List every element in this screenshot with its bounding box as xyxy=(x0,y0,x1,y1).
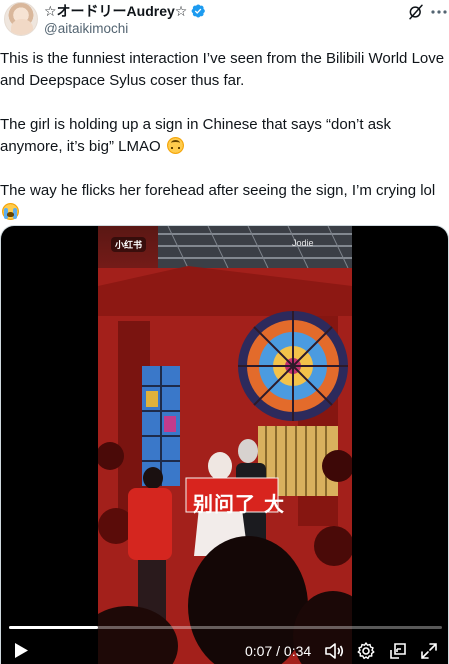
handle[interactable]: @aitaikimochi xyxy=(44,21,128,36)
grok-icon[interactable] xyxy=(407,3,425,21)
tweet-paragraph: The girl is holding up a sign in Chinese… xyxy=(0,114,445,158)
progress-fill xyxy=(9,626,99,629)
gear-icon[interactable] xyxy=(356,641,376,661)
paragraph-text: This is the funniest interaction I’ve se… xyxy=(0,50,445,89)
sign-text: 别问了 大 xyxy=(193,492,285,516)
tweet-paragraph: This is the funniest interaction I’ve se… xyxy=(0,48,445,92)
tweet-header: ☆オードリーAudrey☆ @aitaikimochi xyxy=(0,0,449,44)
upside-down-face-emoji-icon xyxy=(166,137,184,154)
tweet-text: This is the funniest interaction I’ve se… xyxy=(0,48,445,224)
video-frame[interactable] xyxy=(98,226,352,664)
display-name[interactable]: ☆オードリーAudrey☆ xyxy=(44,1,187,21)
watermark-label: 小红书 xyxy=(111,237,147,252)
progress-bar[interactable] xyxy=(9,626,442,629)
name-row: ☆オードリーAudrey☆ xyxy=(44,2,206,20)
video-scene xyxy=(98,226,352,664)
avatar[interactable] xyxy=(4,2,38,36)
tweet-paragraph: The way he flicks her forehead after see… xyxy=(0,180,445,224)
video-player[interactable]: 小红书 Jodie 别问了 大 0:07 / 0:34 xyxy=(0,225,449,664)
more-icon[interactable] xyxy=(430,6,448,18)
time-display: 0:07 / 0:34 xyxy=(245,643,312,659)
picture-in-picture-icon[interactable] xyxy=(388,641,408,661)
loudly-crying-face-emoji-icon xyxy=(2,203,19,220)
video-controls: 0:07 / 0:34 xyxy=(1,636,448,664)
paragraph-text: The girl is holding up a sign in Chinese… xyxy=(0,116,392,155)
paragraph-text: The way he flicks her forehead after see… xyxy=(0,182,436,199)
play-icon[interactable] xyxy=(13,642,29,659)
volume-icon[interactable] xyxy=(324,641,344,661)
verified-badge-icon xyxy=(191,4,206,18)
creator-watermark: Jodie xyxy=(292,238,314,248)
fullscreen-icon[interactable] xyxy=(419,641,439,661)
